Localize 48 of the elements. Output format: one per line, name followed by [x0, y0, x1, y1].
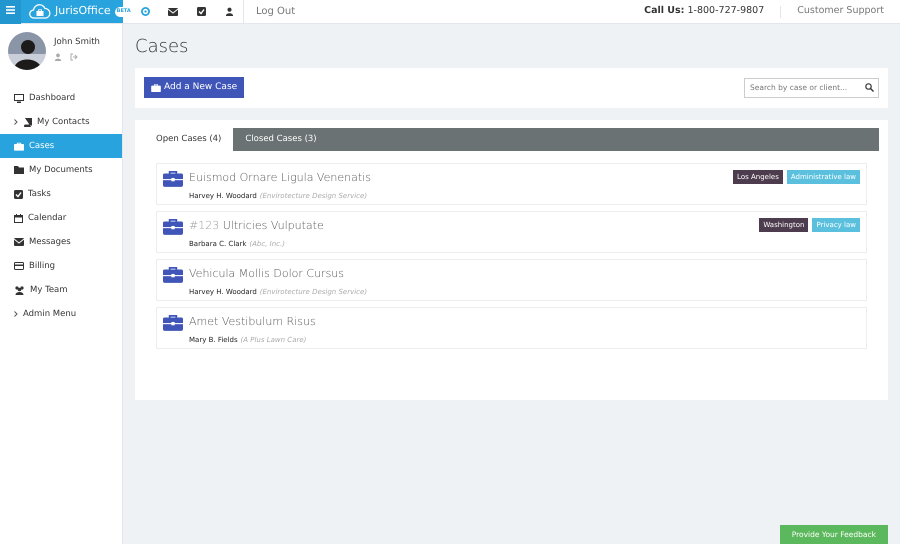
envelope-icon — [14, 238, 24, 246]
sidebar-item[interactable]: Tasks — [0, 182, 122, 206]
briefcase-icon — [163, 218, 183, 235]
page-title: Cases — [135, 36, 190, 58]
sidebar-item[interactable]: My Team — [0, 278, 122, 302]
group-icon — [14, 286, 25, 294]
profile-icon — [54, 52, 62, 61]
search-icon — [865, 83, 874, 92]
briefcase-icon — [163, 314, 183, 331]
checkbox-icon — [14, 190, 23, 198]
brand-name: JurisOffice — [55, 3, 111, 20]
folder-icon — [14, 166, 24, 174]
user-name: John Smith — [54, 36, 100, 49]
checkbox-icon — [196, 7, 206, 16]
briefcase-icon — [163, 170, 183, 187]
menu-icon — [6, 6, 15, 14]
support-link[interactable]: Customer Support — [781, 4, 900, 19]
sidebar-item[interactable]: Admin Menu — [0, 302, 122, 326]
chevron-icon — [14, 311, 18, 317]
logo-icon — [29, 4, 51, 19]
briefcase-icon — [163, 266, 183, 283]
briefcase-icon — [14, 142, 24, 150]
add-case-button[interactable]: Add a New Case — [144, 76, 244, 98]
credit-card-icon — [14, 262, 24, 270]
case-title[interactable]: Vehicula Mollis Dolor Cursus — [189, 266, 860, 282]
sidebar-item[interactable]: My Documents — [0, 158, 122, 182]
menu-button[interactable] — [0, 0, 21, 24]
sidebar-item[interactable]: Calendar — [0, 206, 122, 230]
sidebar-item[interactable]: My Contacts — [0, 110, 122, 134]
avatar — [8, 32, 46, 70]
user-icon — [224, 7, 234, 16]
add-icon[interactable] — [140, 7, 150, 16]
chevron-icon — [14, 119, 18, 125]
sidebar-item[interactable]: Dashboard — [0, 86, 122, 110]
case-title[interactable]: Euismod Ornare Ligula Venenatis — [189, 170, 728, 186]
sign-out-icon[interactable] — [70, 52, 78, 61]
calendar-icon — [14, 214, 23, 222]
envelope-icon — [168, 8, 178, 16]
tab[interactable]: Open Cases (4) — [144, 128, 234, 151]
monitor-icon — [14, 94, 24, 102]
phone-number: Call Us: 1-800-727-9807 — [643, 4, 766, 18]
briefcase-icon — [151, 84, 161, 92]
logout-link[interactable]: Log Out — [243, 0, 308, 23]
tab[interactable]: Closed Cases (3) — [233, 128, 329, 151]
case-title[interactable]: Amet Vestibulum Risus — [189, 314, 860, 330]
case-title[interactable]: #123 Ultricies Vulputate — [189, 218, 754, 234]
sidebar-item[interactable]: Messages — [0, 230, 122, 254]
sidebar-item[interactable]: Billing — [0, 254, 122, 278]
